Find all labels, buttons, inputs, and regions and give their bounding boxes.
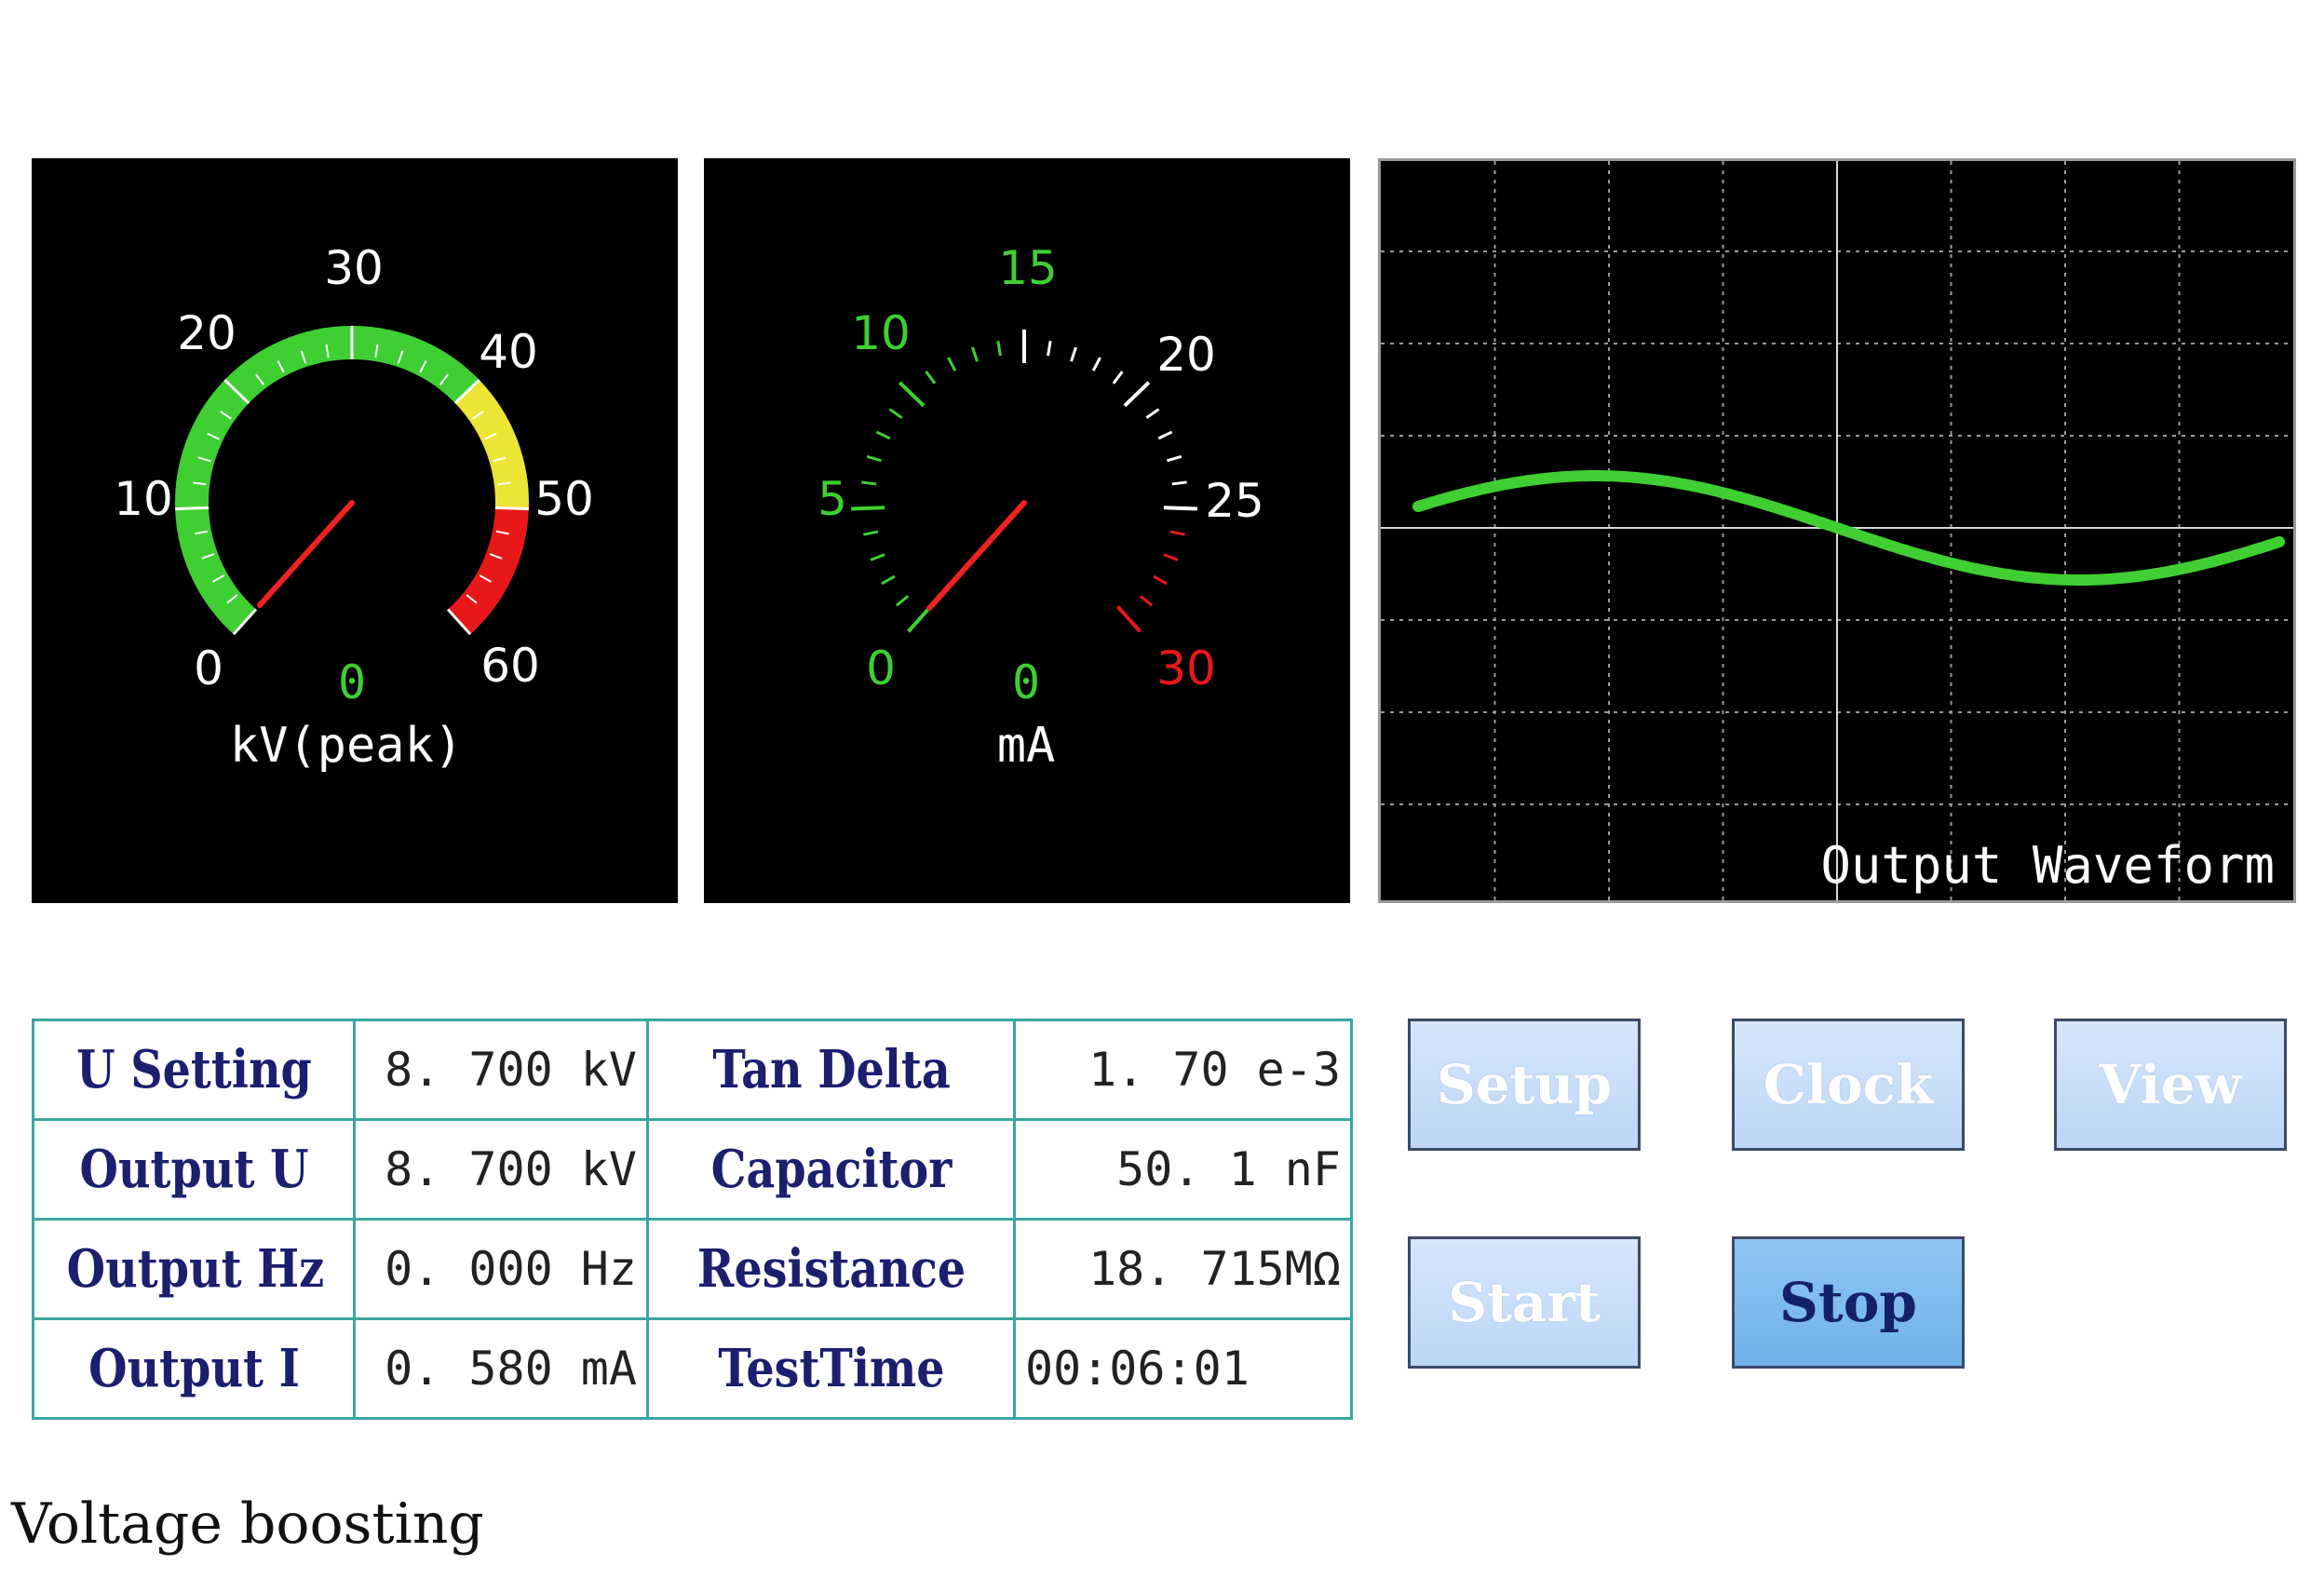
- caption: Voltage boosting: [11, 1491, 484, 1557]
- current-tick-mark: [1123, 381, 1151, 408]
- current-tick-20: 20: [1156, 328, 1216, 382]
- output-i-label: Output I: [56, 1317, 331, 1420]
- current-tick-mark: [870, 553, 885, 561]
- current-tick-mark: [851, 506, 885, 511]
- clock-button[interactable]: Clock: [1732, 1019, 1965, 1151]
- u-setting-value: 8. 700 kV: [353, 1019, 649, 1121]
- output-waveform-panel: Output Waveform: [1378, 158, 2296, 903]
- output-i-value: 0. 580 mA: [353, 1317, 649, 1420]
- voltage-tick-10: 10: [114, 472, 173, 526]
- voltage-readout: 0: [338, 655, 366, 709]
- current-tick-mark: [1112, 371, 1124, 385]
- current-tick-mark: [1145, 408, 1160, 419]
- output-u-value: 8. 700 kV: [353, 1118, 649, 1221]
- current-tick-mark: [1171, 480, 1187, 486]
- current-tick-mark: [881, 574, 896, 586]
- capacitor-value: 50. 1 nF: [1013, 1118, 1353, 1221]
- current-readout: 0: [1012, 655, 1040, 709]
- current-gauge: 0 5 10 15 20 25 30 0 mA: [817, 241, 1264, 774]
- current-tick-mark: [971, 346, 979, 362]
- tan-delta-label: Tan Delta: [673, 1019, 989, 1121]
- current-tick-mark: [996, 341, 1002, 357]
- current-tick-mark: [1169, 530, 1185, 536]
- measurement-table: U Setting 8. 700 kV Tan Delta 1. 70 e-3 …: [32, 1019, 1353, 1420]
- current-tick-10: 10: [851, 306, 911, 360]
- current-tick-15: 15: [998, 241, 1058, 295]
- current-gauge-panel: 0 5 10 15 20 25 30 0 mA: [704, 158, 1350, 903]
- test-time-value: 00:06:01: [1013, 1317, 1353, 1420]
- current-tick-mark: [1163, 553, 1179, 561]
- voltage-zone-yellow: [454, 380, 529, 509]
- voltage-tick-50: 50: [534, 472, 594, 526]
- voltage-needle: [256, 500, 355, 608]
- current-tick-0: 0: [866, 641, 896, 695]
- current-unit: mA: [997, 718, 1056, 774]
- current-tick-mark: [861, 480, 877, 486]
- current-tick-mark: [895, 595, 910, 607]
- voltage-tick-40: 40: [479, 325, 538, 379]
- stop-button[interactable]: Stop: [1732, 1236, 1965, 1369]
- table-row: Output Hz 0. 000 Hz Resistance 18. 715MΩ: [34, 1218, 1353, 1320]
- current-tick-mark: [1153, 574, 1168, 586]
- current-tick-mark: [888, 408, 903, 419]
- resistance-label: Resistance: [673, 1218, 989, 1320]
- voltage-tick-mark: [175, 506, 209, 511]
- voltage-tick-20: 20: [177, 306, 236, 360]
- output-hz-label: Output Hz: [56, 1218, 331, 1320]
- u-setting-label: U Setting: [56, 1019, 331, 1121]
- current-tick-30: 30: [1156, 641, 1216, 695]
- current-tick-mark: [898, 381, 926, 408]
- current-tick-mark: [1157, 430, 1173, 440]
- output-waveform: Output Waveform: [1381, 161, 2293, 900]
- voltage-tick-0: 0: [194, 641, 223, 695]
- current-tick-mark: [863, 530, 879, 536]
- current-tick-25: 25: [1205, 474, 1264, 528]
- resistance-value: 18. 715MΩ: [1013, 1218, 1353, 1320]
- voltage-unit: kV(peak): [230, 718, 463, 774]
- table-row: Output I 0. 580 mA TestTime 00:06:01: [34, 1317, 1353, 1420]
- voltage-tick-60: 60: [480, 639, 540, 693]
- current-tick-mark: [1115, 605, 1142, 633]
- view-button[interactable]: View: [2054, 1019, 2287, 1151]
- current-tick-mark: [1047, 341, 1052, 357]
- start-button[interactable]: Start: [1408, 1236, 1641, 1369]
- current-tick-mark: [907, 605, 933, 633]
- current-tick-mark: [1163, 506, 1197, 511]
- current-needle: [926, 500, 1027, 611]
- voltage-zone-green: [175, 326, 480, 635]
- voltage-gauge: 0 10 20 30 40 50 60 0 kV(peak): [114, 241, 594, 774]
- table-row: Output U 8. 700 kV Capacitor 50. 1 nF: [34, 1118, 1353, 1221]
- voltage-tick-mark: [494, 506, 529, 511]
- output-u-label: Output U: [56, 1118, 331, 1221]
- waveform-title: Output Waveform: [1820, 836, 2275, 895]
- voltage-tick-30: 30: [324, 241, 384, 295]
- tan-delta-value: 1. 70 e-3: [1013, 1019, 1353, 1121]
- output-hz-value: 0. 000 Hz: [353, 1218, 649, 1320]
- setup-button[interactable]: Setup: [1408, 1019, 1641, 1151]
- voltage-gauge-panel: 0 10 20 30 40 50 60 0 kV(peak): [32, 158, 678, 903]
- current-tick-mark: [925, 371, 937, 385]
- test-time-label: TestTime: [673, 1317, 989, 1420]
- current-tick-mark: [1139, 595, 1154, 607]
- current-tick-mark: [866, 454, 882, 463]
- table-row: U Setting 8. 700 kV Tan Delta 1. 70 e-3: [34, 1019, 1353, 1121]
- current-tick-mark: [1091, 357, 1101, 371]
- voltage-zone-red: [447, 506, 529, 635]
- current-tick-mark: [1070, 346, 1077, 362]
- current-tick-mark: [875, 430, 891, 440]
- capacitor-label: Capacitor: [673, 1118, 989, 1221]
- current-tick-5: 5: [817, 472, 847, 526]
- current-tick-mark: [1167, 454, 1182, 463]
- current-tick-mark: [947, 357, 957, 371]
